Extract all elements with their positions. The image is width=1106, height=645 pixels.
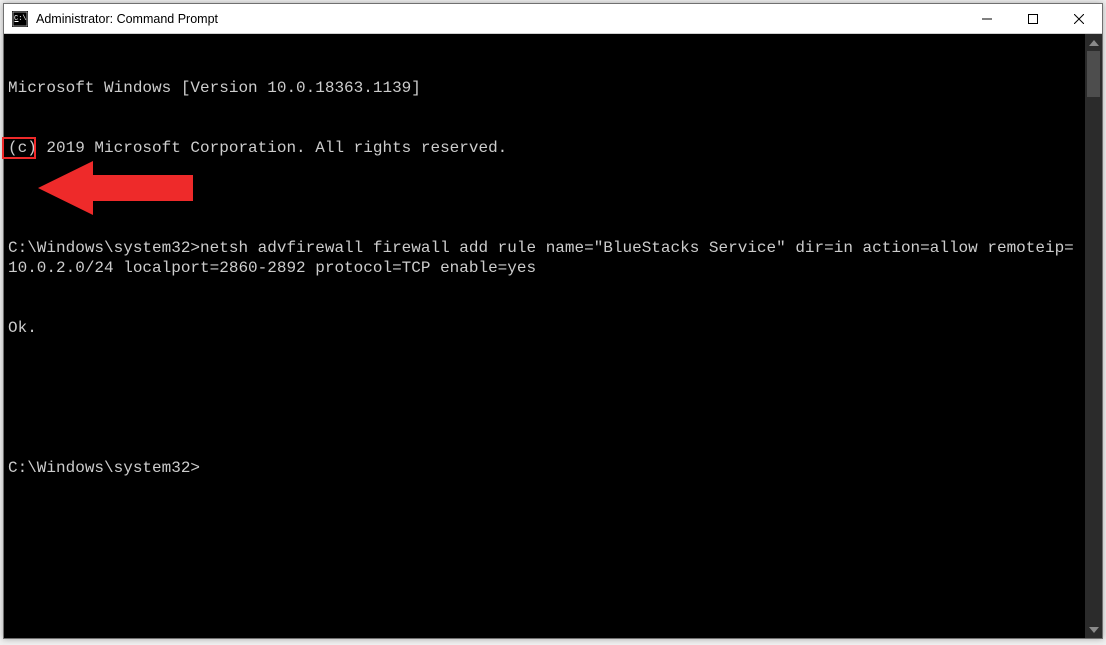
vertical-scrollbar[interactable] — [1085, 34, 1102, 638]
output-line: (c) 2019 Microsoft Corporation. All righ… — [8, 138, 1081, 158]
titlebar[interactable]: C:\ Administrator: Command Prompt — [4, 4, 1102, 34]
annotation-arrow-icon — [38, 117, 198, 245]
scrollbar-thumb[interactable] — [1087, 51, 1100, 97]
prompt-line: C:\Windows\system32> — [8, 458, 1081, 478]
output-line: Microsoft Windows [Version 10.0.18363.11… — [8, 78, 1081, 98]
terminal-area: Microsoft Windows [Version 10.0.18363.11… — [4, 34, 1102, 638]
command-line: C:\Windows\system32>netsh advfirewall fi… — [8, 238, 1081, 278]
scroll-up-button[interactable] — [1085, 34, 1102, 51]
cmd-icon: C:\ — [12, 11, 28, 27]
prompt-text: C:\Windows\system32> — [8, 459, 200, 477]
scroll-down-button[interactable] — [1085, 621, 1102, 638]
output-ok: Ok. — [8, 318, 1081, 338]
scrollbar-track[interactable] — [1085, 51, 1102, 621]
minimize-button[interactable] — [964, 4, 1010, 33]
maximize-button[interactable] — [1010, 4, 1056, 33]
cursor — [200, 461, 209, 477]
window-controls — [964, 4, 1102, 33]
terminal-output[interactable]: Microsoft Windows [Version 10.0.18363.11… — [4, 34, 1085, 638]
close-button[interactable] — [1056, 4, 1102, 33]
command-prompt-window: C:\ Administrator: Command Prompt Micros… — [3, 3, 1103, 639]
window-title: Administrator: Command Prompt — [36, 12, 964, 26]
